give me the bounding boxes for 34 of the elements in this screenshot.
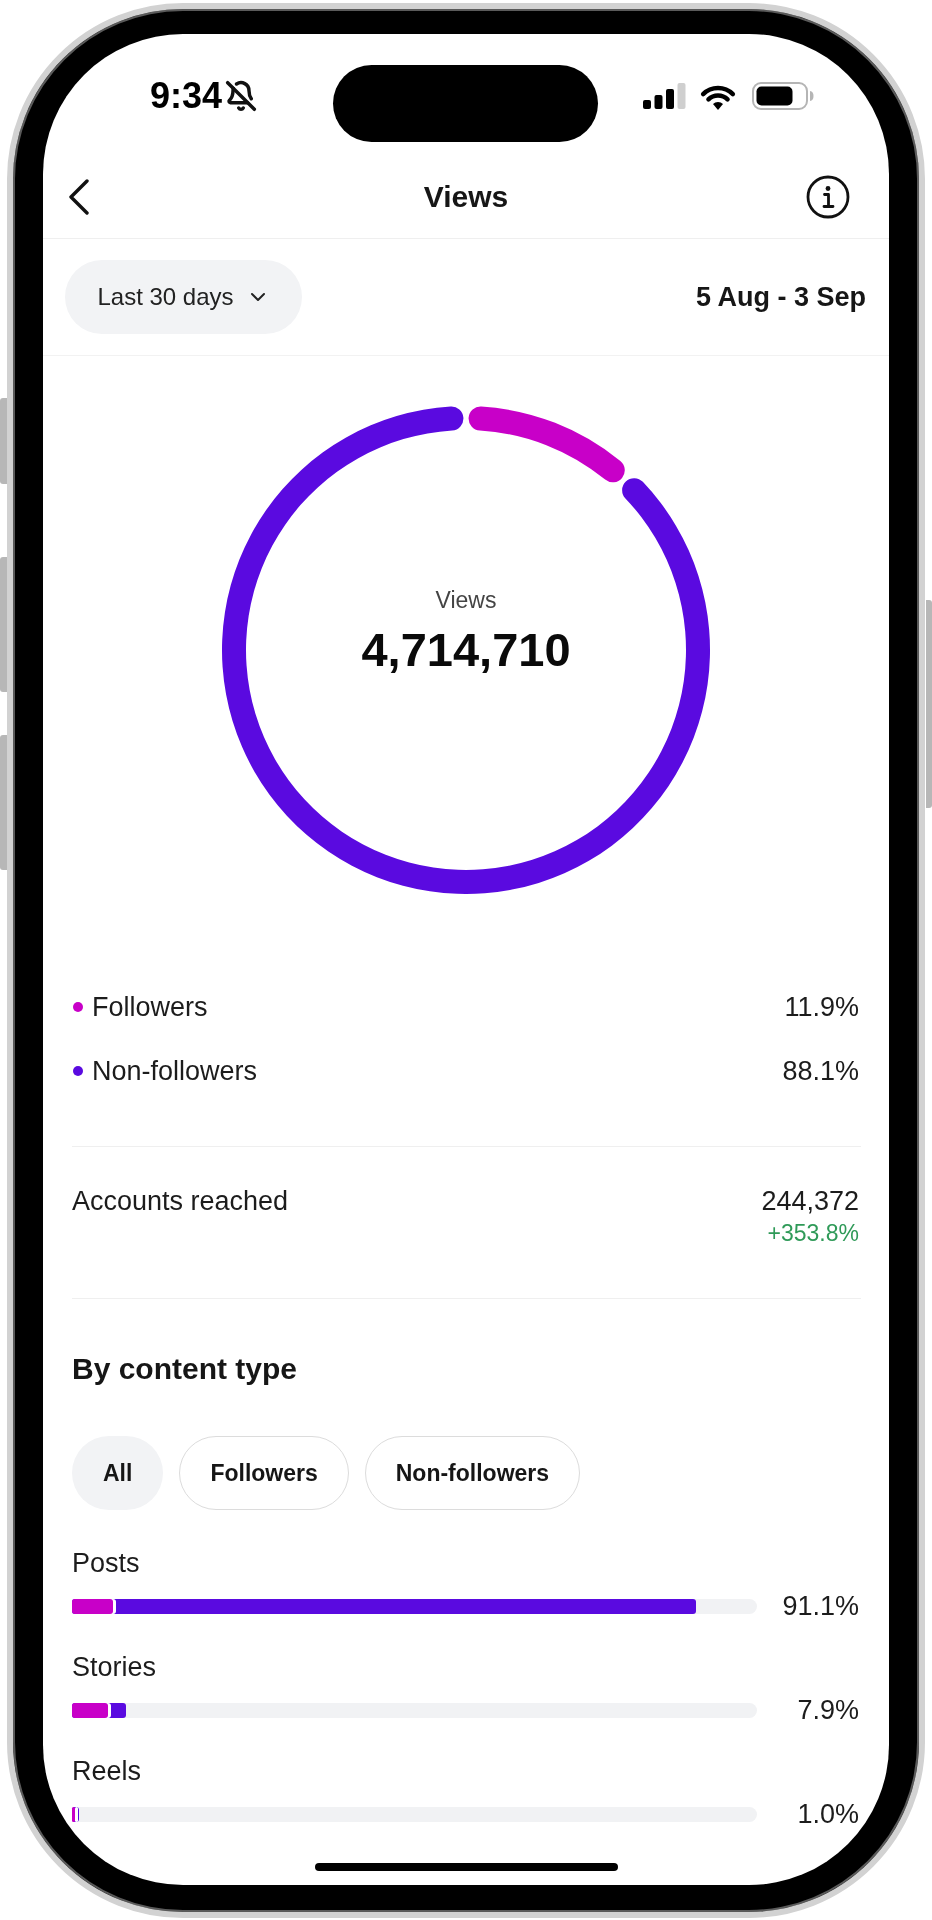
chart-center-label: Views — [435, 586, 497, 614]
filter-chip[interactable]: Followers — [179, 1436, 349, 1510]
content-type-label: Reels — [72, 1755, 142, 1787]
status-time: 9:34 — [149, 76, 222, 116]
bell-slash-icon — [225, 80, 257, 112]
filter-chip[interactable]: Non-followers — [364, 1436, 581, 1510]
accounts-reached-value: 244,372 — [761, 1185, 859, 1217]
content-type-percentage: 7.9% — [797, 1694, 859, 1726]
content-type-label: Stories — [72, 1651, 157, 1683]
side-button[interactable] — [0, 735, 7, 870]
side-button[interactable] — [926, 600, 932, 808]
legend-label: Followers — [92, 991, 208, 1023]
content-type-percentage: 91.1% — [782, 1590, 859, 1622]
back-button[interactable] — [68, 179, 90, 215]
page-title: Views — [423, 179, 509, 215]
side-button[interactable] — [0, 398, 7, 484]
legend-percentage: 88.1% — [782, 1055, 859, 1087]
section-heading: By content type — [72, 1351, 298, 1387]
battery-icon — [752, 82, 814, 110]
content-type-label: Posts — [72, 1547, 140, 1579]
chevron-left-icon — [68, 179, 90, 215]
date-range-text: 5 Aug - 3 Sep — [695, 281, 866, 313]
legend-label: Non-followers — [92, 1055, 258, 1087]
filter-chip[interactable]: All — [72, 1436, 164, 1510]
accounts-reached-change: +353.8% — [767, 1219, 859, 1248]
legend-percentage: 11.9% — [784, 991, 859, 1023]
info-button[interactable] — [806, 175, 850, 219]
info-icon — [806, 175, 850, 219]
cellular-signal-icon — [643, 83, 686, 109]
side-button[interactable] — [0, 557, 7, 692]
date-range-dropdown[interactable]: Last 30 days — [65, 260, 302, 334]
views-total: 4,714,710 — [361, 624, 571, 676]
accounts-reached-label: Accounts reached — [72, 1185, 289, 1217]
content-type-percentage: 1.0% — [797, 1798, 859, 1830]
